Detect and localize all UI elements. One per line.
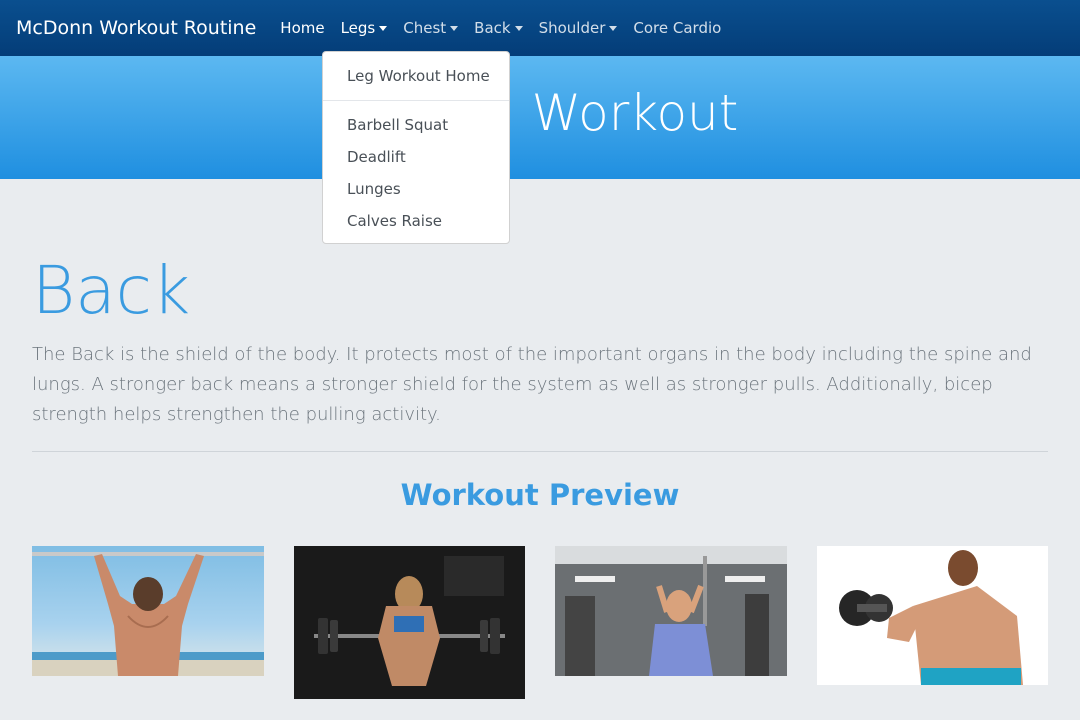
hero-banner: Workout bbox=[0, 56, 1080, 179]
dropdown-item-lunges[interactable]: Lunges bbox=[347, 180, 401, 198]
caret-down-icon bbox=[450, 26, 459, 31]
nav-shoulder-label: Shoulder bbox=[538, 19, 606, 37]
hero-title: Workout bbox=[531, 84, 739, 142]
brand-link[interactable]: McDonn Workout Routine bbox=[16, 17, 256, 39]
dropdown-item-leg-workout-home[interactable]: Leg Workout Home bbox=[347, 67, 490, 85]
section-description: The Back is the shield of the body. It p… bbox=[32, 344, 1032, 425]
nav-home-label: Home bbox=[280, 19, 325, 37]
preview-title: Workout Preview bbox=[400, 478, 680, 512]
nav-legs-label: Legs bbox=[340, 19, 376, 37]
legs-dropdown-menu: Leg Workout Home Barbell Squat Deadlift … bbox=[322, 51, 510, 244]
nav-chest-label: Chest bbox=[403, 19, 447, 37]
barbell-deadlift-photo[interactable] bbox=[294, 546, 525, 699]
dropdown-item-calves-raise[interactable]: Calves Raise bbox=[347, 212, 442, 230]
dropdown-item-barbell-squat[interactable]: Barbell Squat bbox=[347, 116, 448, 134]
dumbbell-curl-illustration bbox=[817, 546, 1048, 685]
navbar: McDonn Workout Routine Home Legs Chest B… bbox=[0, 0, 1080, 56]
nav-core-cardio-label: Core Cardio bbox=[633, 19, 722, 37]
caret-down-icon bbox=[514, 26, 523, 31]
caret-down-icon bbox=[379, 26, 388, 31]
nav-home[interactable]: Home bbox=[280, 19, 324, 37]
nav-back-label: Back bbox=[474, 19, 511, 37]
nav-chest-dropdown[interactable]: Chest bbox=[403, 19, 459, 37]
section-title: Back bbox=[32, 252, 191, 329]
nav-shoulder-dropdown[interactable]: Shoulder bbox=[539, 19, 618, 37]
pulldown-illustration bbox=[555, 546, 787, 676]
dropdown-item-deadlift[interactable]: Deadlift bbox=[347, 148, 406, 166]
pull-up-illustration bbox=[32, 552, 264, 676]
nav-core-cardio[interactable]: Core Cardio bbox=[633, 19, 721, 37]
section-divider bbox=[32, 451, 1048, 452]
cable-pulldown-gym-photo[interactable] bbox=[555, 546, 787, 676]
dropdown-divider bbox=[323, 100, 509, 101]
caret-down-icon bbox=[609, 26, 618, 31]
pull-up-beach-photo[interactable] bbox=[32, 546, 264, 676]
deadlift-illustration bbox=[294, 546, 525, 699]
nav-legs-dropdown[interactable]: Legs bbox=[341, 19, 388, 37]
dumbbell-curl-photo[interactable] bbox=[817, 546, 1048, 685]
nav-back-dropdown[interactable]: Back bbox=[474, 19, 523, 37]
